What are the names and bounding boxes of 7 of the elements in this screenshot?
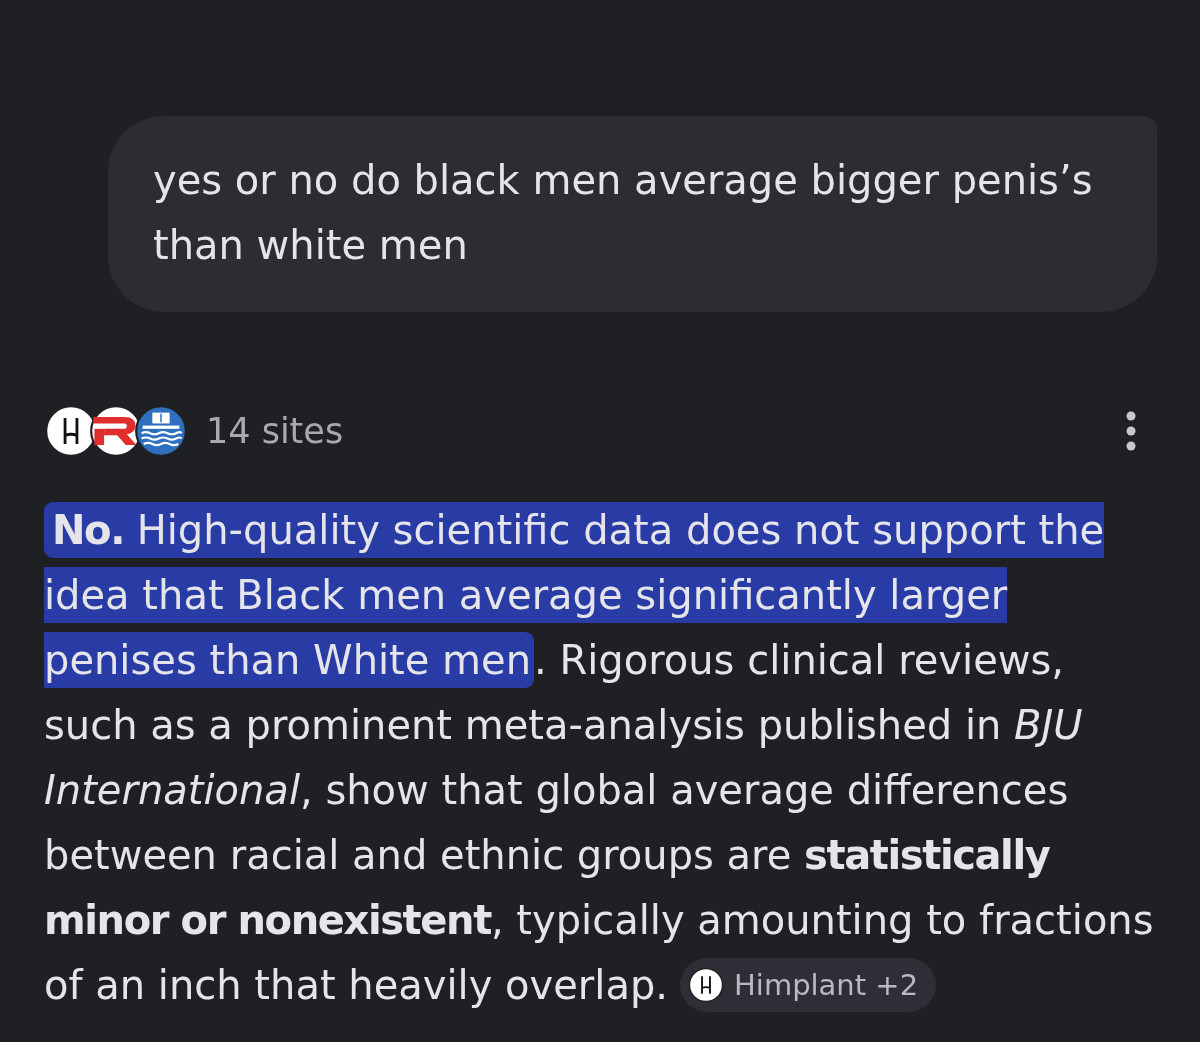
sources-button[interactable]: 14 sites [44, 404, 344, 458]
more-vert-icon [1126, 411, 1136, 451]
query-text: yes or no do black men average bigger penis’s than white men [153, 156, 1094, 270]
building-waves-icon [134, 404, 188, 458]
source-chip[interactable]: Himplant +2 [680, 958, 937, 1012]
more-options-button[interactable] [1126, 411, 1136, 451]
h-monogram-icon [688, 967, 724, 1003]
